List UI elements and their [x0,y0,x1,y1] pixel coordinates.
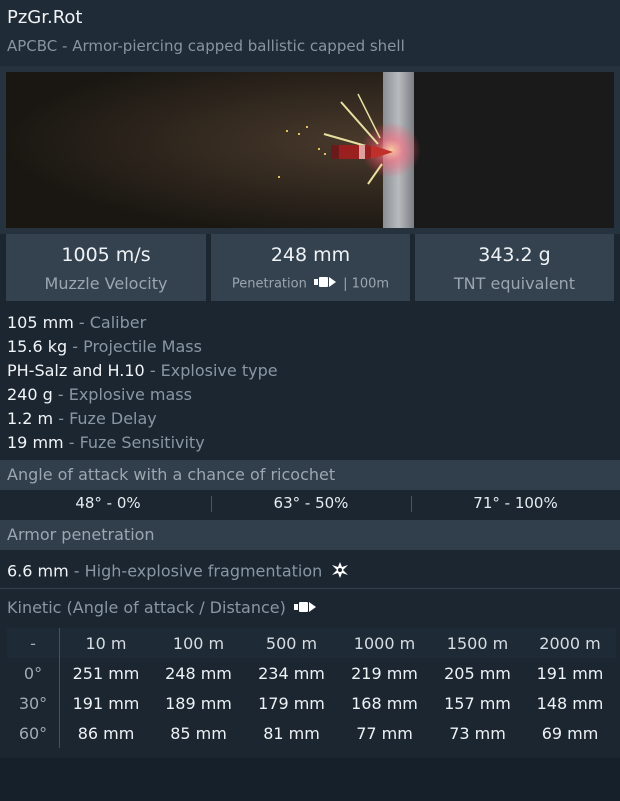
property-caliber: 105 mm - Caliber [7,313,147,332]
ricochet-section-header: Angle of attack with a chance of ricoche… [0,460,620,490]
penetration-stat: 248 mm Penetration | 100m [211,234,410,301]
table-row: 30° 191 mm 189 mm 179 mm 168 mm 157 mm 1… [7,688,616,718]
tnt-equivalent-value: 343.2 g [478,244,551,266]
property-explosive-type: PH-Salz and H.10 - Explosive type [7,361,278,380]
shell-impact-illustration [6,72,614,228]
fragmentation-row: 6.6 mm - High-explosive fragmentation [7,560,353,584]
armor-section-header: Armor penetration [0,520,620,550]
ricochet-value: 48° - 0% [75,494,141,512]
kinetic-title: Kinetic (Angle of attack / Distance) [7,598,286,617]
divider [0,588,620,589]
property-explosive-mass: 240 g - Explosive mass [7,385,192,404]
table-row: 0° 251 mm 248 mm 234 mm 219 mm 205 mm 19… [7,658,616,688]
penetration-value: 248 mm [270,244,351,266]
property-projectile-mass: 15.6 kg - Projectile Mass [7,337,202,356]
ricochet-value: 71° - 100% [473,494,558,512]
header: PzGr.Rot APCBC - Armor-piercing capped b… [0,0,620,66]
shell-subtitle: APCBC - Armor-piercing capped ballistic … [7,37,405,55]
ricochet-value: 63° - 50% [273,494,349,512]
penetration-table: - 10 m 100 m 500 m 1000 m 1500 m 2000 m … [7,628,617,748]
ricochet-title: Angle of attack with a chance of ricoche… [7,465,336,484]
shell-icon [313,276,336,292]
footer-area [0,758,620,801]
muzzle-velocity-label: Muzzle Velocity [44,274,168,293]
penetration-distance: | 100m [343,276,390,292]
muzzle-velocity-value: 1005 m/s [61,244,151,266]
armor-title: Armor penetration [7,525,155,544]
property-fuze-delay: 1.2 m - Fuze Delay [7,409,157,428]
muzzle-velocity-stat: 1005 m/s Muzzle Velocity [6,234,206,301]
explosion-icon [330,560,350,584]
tnt-equivalent-stat: 343.2 g TNT equivalent [415,234,614,301]
table-header-row: - 10 m 100 m 500 m 1000 m 1500 m 2000 m [7,628,616,658]
kinetic-title-row: Kinetic (Angle of attack / Distance) [7,598,319,618]
shell-icon [293,599,316,618]
shell-title: PzGr.Rot [7,7,83,28]
property-fuze-sensitivity: 19 mm - Fuze Sensitivity [7,433,205,452]
penetration-label-row: Penetration | 100m [211,276,410,292]
penetration-label: Penetration [231,276,307,292]
tnt-equivalent-label: TNT equivalent [453,274,576,293]
properties-list: 105 mm - Caliber 15.6 kg - Projectile Ma… [7,311,278,455]
table-row: 60° 86 mm 85 mm 81 mm 77 mm 73 mm 69 mm [7,718,616,748]
penetration-animation[interactable] [0,66,620,234]
